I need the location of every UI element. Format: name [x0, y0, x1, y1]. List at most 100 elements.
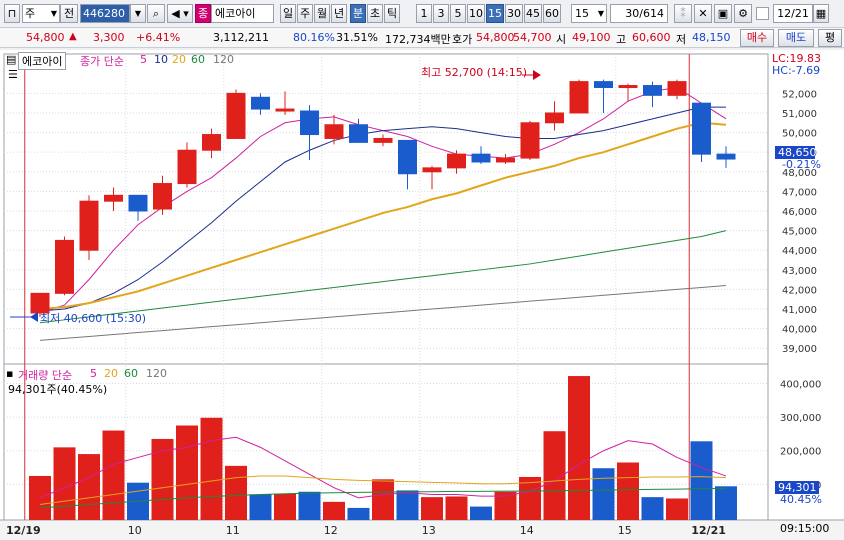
- volume-bar: [421, 497, 443, 520]
- low-annotation: 최저 40,600 (15:30): [40, 312, 147, 325]
- chart-area: 39,000 40,000 41,000 42,000 43,000 44,000 45,0…: [0, 50, 844, 540]
- tab-period-6[interactable]: 틱: [384, 4, 400, 23]
- legend-ma-5: 5: [140, 53, 147, 66]
- tag-icon[interactable]: 종: [195, 4, 211, 23]
- settings-small-icon[interactable]: ▤: [6, 53, 16, 66]
- tab-interval-1[interactable]: 1: [416, 4, 432, 23]
- search-icon[interactable]: ⌕: [147, 4, 165, 23]
- current-price: 54,800: [26, 31, 65, 44]
- date-label: 11: [226, 524, 240, 537]
- tab-period-1[interactable]: 주: [297, 4, 313, 23]
- volume-bar: [715, 486, 737, 520]
- tab-interval-5[interactable]: 5: [450, 4, 466, 23]
- candle-body: [226, 92, 246, 139]
- volume-tick: 400,000: [780, 379, 821, 390]
- stock-code-input[interactable]: 446280: [80, 4, 130, 23]
- sound-icon[interactable]: ◀ ▾: [167, 4, 193, 23]
- volume-bar: [249, 494, 272, 520]
- menu-icon[interactable]: ☰: [8, 68, 18, 81]
- top-toolbar: ⊓ 주 ▼ 전 446280 ▼ ⌕ ◀ ▾ 종 에코아이 일주월년분초틱 135…: [0, 0, 844, 28]
- candle-body: [104, 194, 123, 202]
- candle-body: [520, 122, 540, 159]
- candle-body: [471, 153, 491, 163]
- prev-code-label[interactable]: 전: [60, 4, 78, 23]
- volume-bar: [102, 430, 125, 520]
- candle-body: [569, 81, 589, 114]
- tab-interval-45[interactable]: 45: [524, 4, 542, 23]
- code-dropdown-icon[interactable]: ▼: [130, 4, 146, 23]
- volume-bar: [641, 497, 664, 520]
- volume-bar: [53, 447, 76, 520]
- tab-period-4[interactable]: 분: [350, 4, 366, 23]
- count-field[interactable]: 30/614: [610, 4, 668, 23]
- date-label: 12/21: [691, 524, 726, 537]
- volume-bar: [29, 475, 51, 520]
- trade-amount: 172,734백만: [385, 33, 451, 46]
- volume-bar: [78, 454, 100, 520]
- candle-body: [79, 200, 99, 251]
- stock-chart[interactable]: 39,000 40,000 41,000 42,000 43,000 44,000 45,0…: [0, 50, 844, 540]
- low-price: 48,150: [692, 31, 731, 44]
- low-label: 저: [676, 33, 687, 46]
- candle-body: [618, 85, 638, 89]
- tab-interval-10[interactable]: 10: [467, 4, 485, 23]
- stock-name: 에코아이: [211, 4, 274, 23]
- candle-body: [324, 124, 344, 139]
- calendar-icon[interactable]: ▦: [813, 4, 829, 23]
- bid-price: 54,700: [513, 31, 552, 44]
- gear-icon[interactable]: ⚙: [734, 4, 752, 23]
- interval-value: 15: [575, 7, 589, 20]
- ask-price: 54,800: [476, 31, 515, 44]
- price-tick: 39,000: [782, 344, 817, 355]
- volume-bar: [200, 417, 223, 520]
- pin-icon[interactable]: ⊓: [4, 4, 20, 23]
- interval-select[interactable]: 15 ▼: [571, 4, 607, 23]
- volume-bar: [690, 441, 713, 520]
- date-label: 12: [324, 524, 338, 537]
- volume-bar: [592, 468, 615, 520]
- date-checkbox[interactable]: [756, 7, 769, 20]
- tab-interval-15[interactable]: 15: [486, 4, 504, 23]
- legend-stock-name[interactable]: 에코아이: [18, 52, 67, 70]
- volume-bar: [445, 496, 468, 520]
- crosshair-icon[interactable]: ✕: [694, 4, 712, 23]
- volume-bar: [617, 462, 639, 520]
- candle-body: [300, 110, 319, 136]
- candle-body: [128, 194, 148, 212]
- tab-interval-3[interactable]: 3: [433, 4, 449, 23]
- tab-period-2[interactable]: 월: [314, 4, 330, 23]
- candle-body: [373, 137, 393, 143]
- volume-settings-icon[interactable]: ▪: [6, 367, 13, 380]
- candle-body: [716, 153, 736, 160]
- high-annotation: 최고 52,700 (14:15): [421, 66, 528, 79]
- link-icon[interactable]: ⁑: [674, 4, 692, 23]
- candle-body: [177, 149, 197, 185]
- eval-button[interactable]: 평: [818, 29, 842, 47]
- tab-period-3[interactable]: 년: [331, 4, 347, 23]
- tab-period-0[interactable]: 일: [280, 4, 296, 23]
- save-icon[interactable]: ▣: [714, 4, 732, 23]
- price-tick: 45,000: [782, 227, 817, 238]
- candle-body: [349, 124, 368, 143]
- legend-ma-60: 60: [191, 53, 205, 66]
- volume-bar: [372, 479, 394, 520]
- tab-interval-30[interactable]: 30: [505, 4, 523, 23]
- sell-button[interactable]: 매도: [778, 29, 814, 47]
- tab-interval-60[interactable]: 60: [543, 4, 561, 23]
- market-label: 주: [25, 7, 36, 20]
- price-tick: 52,000: [782, 89, 817, 100]
- date-field[interactable]: 12/21: [773, 4, 813, 23]
- legend-ma-10: 10: [154, 53, 168, 66]
- market-select[interactable]: 주 ▼: [22, 4, 60, 23]
- legend-vol-ma-120: 120: [146, 367, 167, 380]
- buy-button[interactable]: 매수: [740, 29, 774, 47]
- legend-vol-ma-60: 60: [124, 367, 138, 380]
- legend-vol-ma-20: 20: [104, 367, 118, 380]
- volume-bar: [274, 493, 296, 520]
- candle-body: [153, 183, 172, 210]
- up-arrow-icon: ▲: [69, 31, 77, 42]
- date-label: 15: [618, 524, 632, 537]
- current-rate-tag: -0.21%: [782, 158, 821, 171]
- open-label: 시: [556, 33, 567, 46]
- tab-period-5[interactable]: 초: [367, 4, 383, 23]
